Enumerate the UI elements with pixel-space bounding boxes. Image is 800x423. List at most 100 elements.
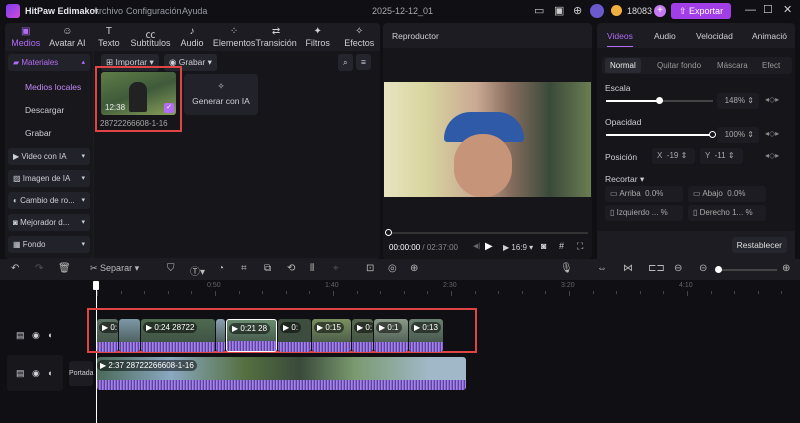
- timeline-clip[interactable]: ▶ 0:1: [374, 319, 408, 352]
- minimize-icon[interactable]: —: [745, 4, 756, 16]
- redo-icon[interactable]: ↷: [35, 263, 43, 274]
- audio-icon[interactable]: ◖: [47, 330, 52, 340]
- play-icon[interactable]: ▶: [485, 241, 493, 252]
- property-tab[interactable]: Animació: [752, 31, 787, 41]
- download-icon[interactable]: ⊕: [573, 4, 582, 17]
- tab-elementos[interactable]: ⁘ Elementos: [213, 23, 256, 50]
- opacidad-slider[interactable]: [606, 131, 716, 138]
- timeline-clip[interactable]: ▶ 0:: [97, 319, 118, 352]
- timeline-clip[interactable]: ▶ 0:15: [312, 319, 351, 352]
- snap-icon[interactable]: ⋈: [623, 263, 633, 274]
- add-credits-button[interactable]: +: [654, 5, 666, 17]
- generate-ai-button[interactable]: ✧ Generar con IA: [184, 74, 258, 115]
- timeline-clip[interactable]: ▶ 0:13: [409, 319, 443, 352]
- property-tab[interactable]: Velocidad: [696, 31, 733, 41]
- layout-icon[interactable]: ▭: [534, 4, 544, 17]
- fullscreen-icon[interactable]: ⛶: [577, 241, 583, 252]
- cover-button[interactable]: Portada: [69, 361, 94, 386]
- timeline-clip[interactable]: [119, 319, 140, 352]
- menu-archivo[interactable]: Archivo: [93, 6, 123, 16]
- split-button[interactable]: ✂ Separar ▾: [90, 263, 139, 274]
- position-y-input[interactable]: Y -11 ⇕: [700, 148, 743, 164]
- crop-icon[interactable]: ⌗: [241, 263, 247, 274]
- property-tab[interactable]: Audio: [654, 31, 676, 41]
- sidebar-group[interactable]: ▦ Fondo ▾: [8, 236, 90, 253]
- tab-avatar-ai[interactable]: ☺ Avatar AI: [47, 23, 89, 50]
- close-icon[interactable]: ✕: [783, 3, 792, 16]
- export-button[interactable]: ⇧ Exportar: [671, 3, 731, 19]
- keyframe-icon[interactable]: ◂◇▸: [765, 129, 779, 138]
- timeline-clip[interactable]: [216, 319, 225, 352]
- opacidad-input[interactable]: 100% ⇕: [717, 127, 759, 143]
- fit-icon[interactable]: ⊖: [674, 263, 682, 274]
- prev-frame-icon[interactable]: ◀|: [473, 242, 480, 250]
- sidebar-group[interactable]: ▶ Video con IA ▾: [8, 148, 90, 165]
- maximize-icon[interactable]: ☐: [763, 3, 773, 16]
- sort-icon[interactable]: ≡: [356, 54, 371, 70]
- menu-ayuda[interactable]: Ayuda: [182, 6, 207, 16]
- position-x-input[interactable]: X -19 ⇕: [652, 148, 695, 164]
- aspect-ratio-select[interactable]: ▶ 16:9 ▾: [503, 243, 533, 252]
- crop-left-input[interactable]: ▯ Izquierdo ... %: [605, 205, 683, 221]
- snapshot-icon[interactable]: ◙: [541, 241, 546, 251]
- tab-efectos[interactable]: ✧ Efectos: [338, 23, 380, 50]
- sidebar-group[interactable]: ▨ Imagen de IA ▾: [8, 170, 90, 187]
- timeline-clip[interactable]: ▶ 0:: [278, 319, 311, 352]
- audio-icon[interactable]: ◖: [47, 368, 52, 378]
- timeline-ruler[interactable]: 0:50 1:40 2:30 3:20 4:10: [66, 281, 800, 296]
- freeze-icon[interactable]: ⌖: [333, 263, 339, 274]
- tab-medios[interactable]: ▣ Medios: [5, 23, 47, 50]
- visibility-icon[interactable]: ◉: [32, 330, 40, 341]
- grid-icon[interactable]: #: [559, 241, 564, 251]
- visibility-icon[interactable]: ◉: [32, 368, 40, 379]
- reset-button[interactable]: Restablecer: [731, 237, 787, 253]
- property-subtab[interactable]: Normal: [605, 58, 641, 73]
- marker-icon[interactable]: ⛉: [167, 263, 175, 274]
- tab-filtros[interactable]: ✦ Filtros: [297, 23, 339, 50]
- link-icon[interactable]: ⇔: [597, 263, 607, 274]
- sidebar-group[interactable]: ◐ Cambio de ro... ▾: [8, 192, 90, 209]
- text-tool-icon[interactable]: Ⓣ▾: [190, 263, 205, 278]
- sidebar-item-materiales[interactable]: ▰ Materiales ▴: [8, 54, 90, 71]
- property-subtab[interactable]: Quitar fondo: [652, 58, 706, 73]
- main-video-clip[interactable]: ▶ 2:37 28722266608-1-16: [97, 357, 466, 390]
- sidebar-group[interactable]: ◙ Mejorador d... ▾: [8, 214, 90, 231]
- speed-icon[interactable]: ◔: [218, 263, 224, 274]
- tab-audio[interactable]: ♪ Audio: [171, 23, 213, 50]
- zoom-slider[interactable]: [715, 266, 777, 273]
- reverse-icon[interactable]: ⟲: [287, 263, 295, 274]
- property-tab[interactable]: Videos: [607, 31, 633, 47]
- tab-transición[interactable]: ⇄ Transición: [255, 23, 297, 50]
- crop-right-input[interactable]: ▯ Derecho 1... %: [688, 205, 766, 221]
- sidebar-item-medios-locales[interactable]: Medios locales: [5, 74, 93, 97]
- zoom-in-icon[interactable]: ⊕: [782, 263, 790, 274]
- delete-icon[interactable]: 🗑: [58, 263, 71, 274]
- tab-texto[interactable]: T Texto: [88, 23, 130, 50]
- keyframe-icon[interactable]: ◂◇▸: [765, 151, 779, 160]
- timeline-clip[interactable]: ▶ 0:: [352, 319, 373, 352]
- keyframe-icon[interactable]: ◂◇▸: [765, 95, 779, 104]
- menu-configuracion[interactable]: Configuración: [126, 6, 182, 16]
- add-track-icon[interactable]: ⊕: [410, 263, 418, 274]
- crop-top-input[interactable]: ▭ Arriba 0.0%: [605, 186, 683, 202]
- sidebar-item-descargar[interactable]: Descargar: [5, 97, 93, 120]
- microphone-icon[interactable]: 🎙: [560, 263, 573, 274]
- split-view-icon[interactable]: ⊏⊐: [648, 263, 665, 274]
- tab-subtítulos[interactable]: ㏄ Subtítulos: [130, 23, 172, 50]
- title-icon[interactable]: ⊡: [366, 263, 374, 274]
- media-clip-card[interactable]: 12:38 ✓ 28722266608-1-16: [95, 66, 182, 132]
- feedback-icon[interactable]: ▣: [554, 4, 564, 17]
- timeline-clip[interactable]: ▶ 0:21 28: [226, 319, 277, 352]
- avatar-tool-icon[interactable]: ◎: [388, 263, 397, 274]
- sidebar-item-grabar[interactable]: Grabar: [5, 120, 93, 143]
- playback-scrubber[interactable]: [385, 229, 588, 236]
- resize-icon[interactable]: ⧉: [264, 263, 271, 274]
- undo-icon[interactable]: ↶: [11, 263, 19, 274]
- crop-bottom-input[interactable]: ▭ Abajo 0.0%: [688, 186, 766, 202]
- timeline-clip[interactable]: ▶ 0:24 28722: [141, 319, 215, 352]
- escala-slider[interactable]: [606, 97, 713, 104]
- zoom-out-icon[interactable]: ⊝: [699, 263, 707, 274]
- escala-input[interactable]: 148% ⇕: [717, 93, 759, 109]
- property-subtab[interactable]: Efect: [757, 58, 785, 73]
- recortar-toggle[interactable]: Recortar ▾: [605, 174, 644, 185]
